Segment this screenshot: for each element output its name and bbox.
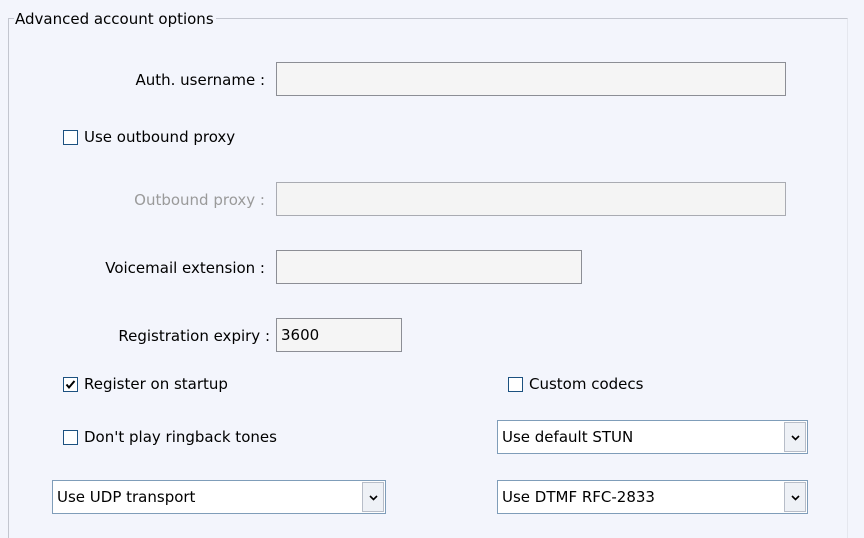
chevron-down-icon	[791, 435, 800, 441]
register-on-startup-checkbox[interactable]	[63, 377, 78, 392]
dont-play-ringback-checkbox[interactable]	[63, 430, 78, 445]
group-title: Advanced account options	[14, 9, 216, 29]
custom-codecs-label: Custom codecs	[529, 375, 644, 393]
use-outbound-proxy-checkbox[interactable]	[63, 130, 78, 145]
dtmf-select-value: Use DTMF RFC-2833	[502, 488, 655, 506]
use-outbound-proxy-label: Use outbound proxy	[84, 128, 236, 146]
checkmark-icon	[65, 380, 76, 390]
transport-select[interactable]: Use UDP transport	[52, 480, 386, 514]
stun-select-dropdown-button[interactable]	[784, 422, 806, 452]
auth-username-label: Auth. username :	[135, 71, 265, 89]
custom-codecs-checkbox[interactable]	[508, 377, 523, 392]
dtmf-select[interactable]: Use DTMF RFC-2833	[497, 480, 808, 514]
transport-select-dropdown-button[interactable]	[362, 482, 384, 512]
voicemail-extension-label: Voicemail extension :	[105, 259, 265, 277]
voicemail-extension-input[interactable]	[276, 250, 582, 284]
registration-expiry-label: Registration expiry :	[118, 327, 270, 345]
outbound-proxy-label: Outbound proxy :	[134, 191, 265, 209]
stun-select-value: Use default STUN	[502, 428, 634, 446]
auth-username-input[interactable]	[276, 62, 786, 96]
register-on-startup-label: Register on startup	[84, 375, 228, 393]
dtmf-select-dropdown-button[interactable]	[784, 482, 806, 512]
registration-expiry-input[interactable]: 3600	[276, 318, 402, 352]
transport-select-value: Use UDP transport	[57, 488, 196, 506]
chevron-down-icon	[791, 495, 800, 501]
stun-select[interactable]: Use default STUN	[497, 420, 808, 454]
chevron-down-icon	[369, 495, 378, 501]
outbound-proxy-input[interactable]	[276, 182, 786, 216]
dont-play-ringback-label: Don't play ringback tones	[84, 428, 277, 446]
